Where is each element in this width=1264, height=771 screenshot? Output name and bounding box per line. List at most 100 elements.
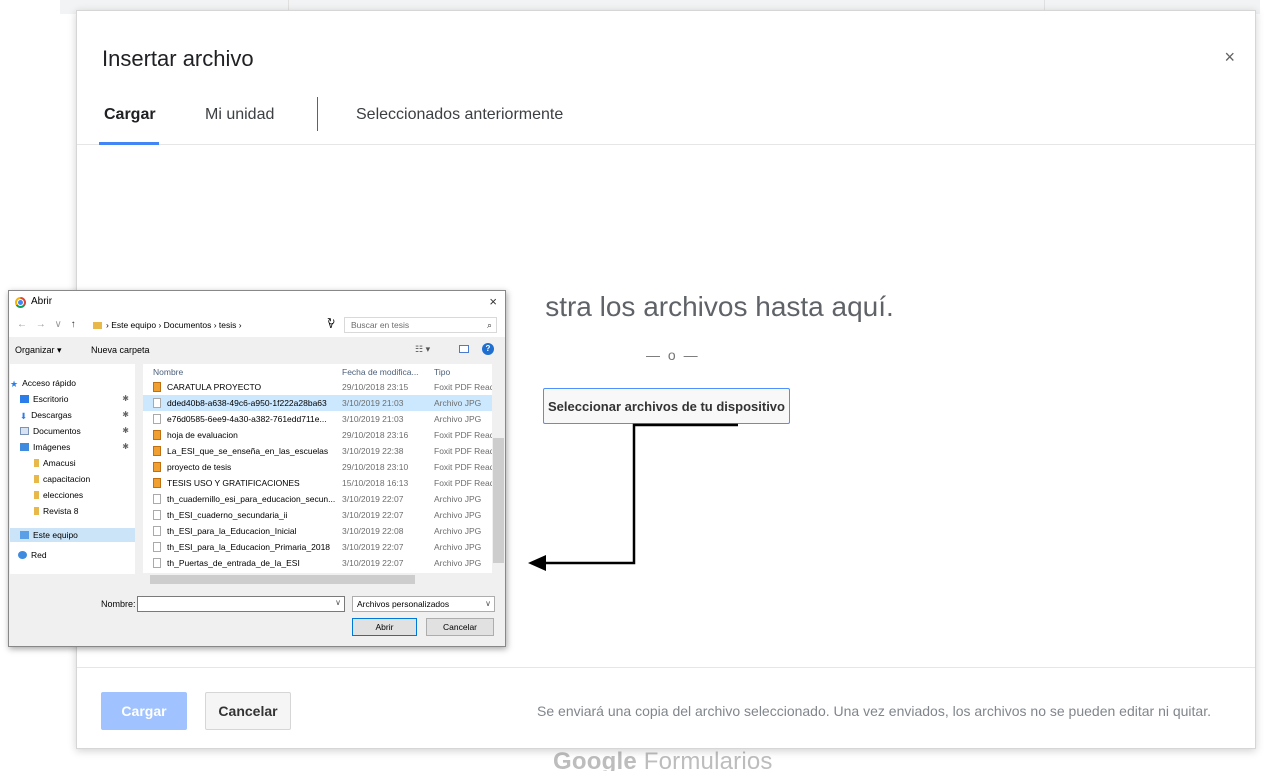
pictures-icon [20, 443, 29, 451]
desktop-icon [20, 395, 29, 403]
file-row[interactable]: th_cuadernillo_esi_para_educacion_secun.… [143, 491, 493, 507]
cancel-button[interactable]: Cancelar [426, 618, 494, 636]
open-dialog-titlebar: Abrir × [9, 291, 505, 313]
file-list: Nombre Fecha de modifica... Tipo CARATUL… [143, 364, 499, 576]
organize-menu[interactable]: Organizar ▾ [15, 345, 62, 356]
file-row[interactable]: proyecto de tesis 29/10/2018 23:10 Foxit P… [143, 459, 499, 475]
name-label: Nombre: [101, 599, 136, 609]
pdf-file-icon [153, 462, 161, 472]
refresh-icon[interactable]: ↻ [327, 317, 335, 328]
pin-icon: ✱ [122, 426, 129, 435]
computer-icon [20, 531, 29, 539]
column-date[interactable]: Fecha de modifica... [342, 367, 419, 377]
pdf-file-icon [153, 478, 161, 488]
network-icon [18, 551, 27, 559]
file-row[interactable]: La_ESI_que_se_enseña_en_las_escuelas 3/10… [143, 443, 499, 459]
image-file-icon [153, 510, 161, 520]
pdf-file-icon [153, 430, 161, 440]
nav-item-documentos[interactable]: Documentos ✱ [10, 424, 135, 438]
column-name[interactable]: Nombre [153, 367, 183, 377]
up-icon[interactable]: ↑ [71, 319, 79, 330]
folder-icon [34, 459, 39, 467]
cancel-button[interactable]: Cancelar [205, 692, 291, 730]
file-name-input[interactable]: ∨ [137, 596, 345, 612]
open-file-dialog: Abrir × ← → ∨ ↑ › Este equipo › Document… [8, 290, 506, 647]
search-input[interactable]: Buscar en tesis ⌕ [344, 317, 497, 333]
preview-pane-icon[interactable] [459, 345, 469, 353]
view-options-icon[interactable]: ☷ ▾ [415, 344, 430, 355]
folder-icon [93, 322, 102, 329]
google-forms-brand: Google Formularios [553, 748, 773, 771]
dialog-toolbar: Organizar ▾ Nueva carpeta ☷ ▾ ? [9, 340, 505, 360]
file-row[interactable]: TESIS USO Y GRATIFICACIONES 15/10/2018 16… [143, 475, 499, 491]
new-folder-button[interactable]: Nueva carpeta [91, 345, 150, 355]
upload-button[interactable]: Cargar [101, 692, 187, 730]
open-button[interactable]: Abrir [352, 618, 417, 636]
nav-item-capacitacion[interactable]: capacitacion [10, 472, 135, 486]
file-row[interactable]: th_ESI_para_la_Educacion_Primaria_2018 3/… [143, 539, 493, 555]
image-file-icon [153, 414, 161, 424]
vertical-scrollbar[interactable] [492, 364, 505, 576]
chevron-down-icon[interactable]: ∨ [335, 598, 341, 607]
file-row[interactable]: dded40b8-a638-49c6-a950-1f222a28ba63 3/10… [143, 395, 493, 411]
pin-icon: ✱ [122, 442, 129, 451]
close-icon[interactable]: × [1224, 47, 1235, 68]
file-row[interactable]: e76d0585-6ee9-4a30-a382-761edd711e... 3/1… [143, 411, 493, 427]
image-file-icon [153, 526, 161, 536]
dialog-footer: Cargar Cancelar Se enviará una copia del… [77, 667, 1255, 750]
nav-item-escritorio[interactable]: Escritorio ✱ [10, 392, 135, 406]
nav-item-elecciones[interactable]: elecciones [10, 488, 135, 502]
tab-seleccionados-anteriormente[interactable]: Seleccionados anteriormente [356, 106, 563, 124]
dialog-tabs: Cargar Mi unidad Seleccionados anteriorm… [77, 91, 1255, 145]
dialog-title: Insertar archivo [102, 46, 254, 71]
file-row[interactable]: th_Puertas_de_entrada_de_la_ESI 3/10/2019… [143, 555, 493, 571]
chrome-icon [15, 297, 26, 308]
pin-icon: ✱ [122, 410, 129, 419]
navigation-bar: ← → ∨ ↑ › Este equipo › Documentos › tes… [9, 313, 505, 337]
image-file-icon [153, 398, 161, 408]
download-icon: ⬇ [20, 411, 28, 421]
documents-icon [20, 427, 29, 435]
address-bar[interactable]: › Este equipo › Documentos › tesis › ∨ [89, 317, 339, 333]
folder-icon [34, 475, 39, 483]
navigation-pane: ★ Acceso rápido Escritorio ✱ ⬇ Descargas ✱ D… [10, 364, 135, 574]
file-list-header: Nombre Fecha de modifica... Tipo [143, 364, 499, 378]
or-separator: — o — [646, 347, 700, 363]
horizontal-scrollbar[interactable] [135, 573, 492, 586]
nav-item-este-equipo[interactable]: Este equipo [10, 528, 135, 542]
pdf-file-icon [153, 446, 161, 456]
image-file-icon [153, 558, 161, 568]
column-type[interactable]: Tipo [434, 367, 450, 377]
footer-note: Se enviará una copia del archivo selecci… [537, 703, 1211, 719]
tab-divider [317, 97, 318, 131]
nav-item-red[interactable]: Red [10, 548, 135, 562]
folder-icon [34, 507, 39, 515]
pin-icon: ✱ [122, 394, 129, 403]
close-icon[interactable]: × [489, 294, 497, 309]
nav-item-revista-8[interactable]: Revista 8 [10, 504, 135, 518]
nav-arrows[interactable]: ← → ∨ ↑ [17, 319, 79, 330]
select-files-button[interactable]: Seleccionar archivos de tu dispositivo [543, 388, 790, 424]
file-row[interactable]: th_ESI_cuaderno_secundaria_ii 3/10/2019 2… [143, 507, 493, 523]
image-file-icon [153, 494, 161, 504]
star-icon: ★ [10, 379, 19, 389]
help-icon[interactable]: ? [482, 343, 494, 355]
tab-mi-unidad[interactable]: Mi unidad [205, 106, 274, 124]
image-file-icon [153, 542, 161, 552]
nav-item-acceso-rapido[interactable]: ★ Acceso rápido [10, 376, 135, 390]
scrollbar-thumb[interactable] [493, 438, 504, 563]
nav-item-amacusi[interactable]: Amacusi [10, 456, 135, 470]
pdf-file-icon [153, 382, 161, 392]
nav-item-imagenes[interactable]: Imágenes ✱ [10, 440, 135, 454]
nav-item-descargas[interactable]: ⬇ Descargas ✱ [10, 408, 135, 422]
file-row[interactable]: CARATULA PROYECTO 29/10/2018 23:15 Foxit P… [143, 379, 499, 395]
folder-icon [34, 491, 39, 499]
file-type-select[interactable]: Archivos personalizados ∨ [352, 596, 495, 612]
scrollbar-thumb[interactable] [150, 575, 415, 584]
file-row[interactable]: th_ESI_para_la_Educacion_Inicial 3/10/201… [143, 523, 493, 539]
file-row[interactable]: hoja de evaluacion 29/10/2018 23:16 Foxit … [143, 427, 499, 443]
chevron-down-icon[interactable]: ∨ [485, 597, 491, 611]
open-dialog-title: Abrir [31, 296, 53, 307]
search-icon: ⌕ [486, 320, 492, 330]
tab-cargar[interactable]: Cargar [104, 106, 156, 124]
